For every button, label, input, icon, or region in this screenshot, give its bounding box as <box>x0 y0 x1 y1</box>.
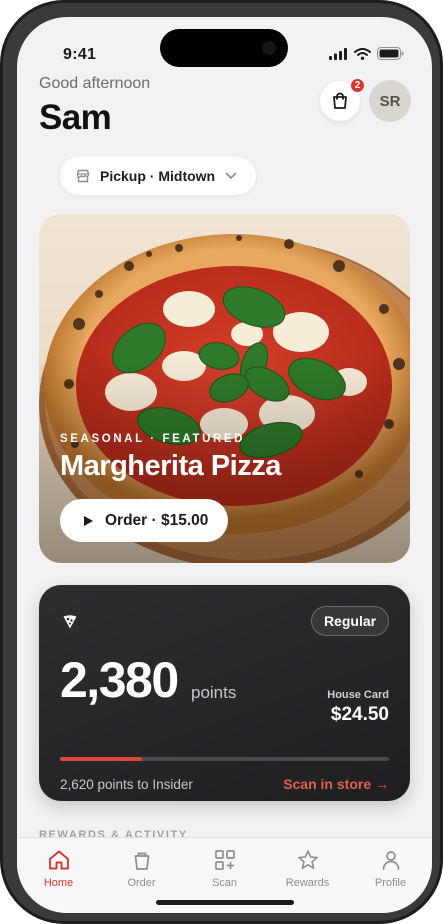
star-icon <box>297 850 318 869</box>
battery-icon <box>377 47 404 60</box>
tab-label: Home <box>43 877 74 889</box>
chevron-down-icon <box>225 172 237 180</box>
pickup-location-selector[interactable]: Pickup · Midtown <box>60 157 256 195</box>
home-icon <box>48 850 69 870</box>
cellular-signal-icon <box>329 47 347 60</box>
tier-progress-fill <box>60 757 143 761</box>
scan-in-store-link[interactable]: Scan in store → <box>283 776 389 792</box>
order-button-label: Order · $15.00 <box>105 511 209 529</box>
profile-avatar[interactable]: SR <box>369 80 411 122</box>
person-icon <box>382 851 399 870</box>
points-balance: 2,380 <box>60 652 179 708</box>
featured-eyebrow: SEASONAL · FEATURED <box>60 433 246 445</box>
loyalty-card[interactable]: Regular 2,380 points House Card $24.50 2… <box>39 585 410 801</box>
shopping-bag-icon <box>333 92 347 109</box>
tab-label: Scan <box>211 877 238 889</box>
status-icons <box>329 47 404 60</box>
user-name: Sam <box>39 98 112 137</box>
tab-home[interactable]: Home <box>17 848 100 913</box>
order-featured-button[interactable]: Order · $15.00 <box>60 499 228 542</box>
bag-icon <box>134 852 149 870</box>
status-time: 9:41 <box>63 46 97 63</box>
status-bar: 9:41 <box>17 17 432 71</box>
tab-label: Rewards <box>285 877 330 889</box>
app-screen: 9:41 Good afternoon Sam 2 SR Pickup · Mi… <box>17 17 432 913</box>
home-indicator <box>156 900 294 905</box>
points-unit-label: points <box>191 683 237 702</box>
wifi-icon <box>354 47 371 60</box>
tier-progress-note: 2,620 points to Insider <box>60 777 193 792</box>
tab-label: Profile <box>374 877 407 889</box>
featured-item-title: Margherita Pizza <box>60 450 281 482</box>
tier-progress-bar <box>60 757 389 761</box>
tab-profile[interactable]: Profile <box>349 848 432 913</box>
house-card-balance: $24.50 <box>330 704 389 725</box>
pizza-slice-logo-icon <box>63 615 77 629</box>
membership-tier-badge: Regular <box>311 606 389 636</box>
pickup-location-label: Pickup · Midtown <box>100 168 216 184</box>
tab-label: Order <box>127 877 156 889</box>
house-card-label: House Card <box>327 689 389 701</box>
qr-scan-icon <box>214 850 235 870</box>
play-triangle-icon <box>84 515 93 526</box>
bottom-tab-bar: Home Order Scan Rewards Profile <box>17 837 432 913</box>
phone-frame: 9:41 Good afternoon Sam 2 SR Pickup · Mi… <box>0 0 443 924</box>
cart-button[interactable]: 2 <box>320 77 366 121</box>
phone-bezel: 9:41 Good afternoon Sam 2 SR Pickup · Mi… <box>3 3 440 921</box>
store-icon <box>76 169 90 183</box>
dynamic-island <box>160 29 288 67</box>
featured-item-card[interactable]: SEASONAL · FEATURED Margherita Pizza Ord… <box>39 214 410 563</box>
greeting-text: Good afternoon <box>39 75 151 92</box>
cart-count-badge: 2 <box>349 77 366 94</box>
